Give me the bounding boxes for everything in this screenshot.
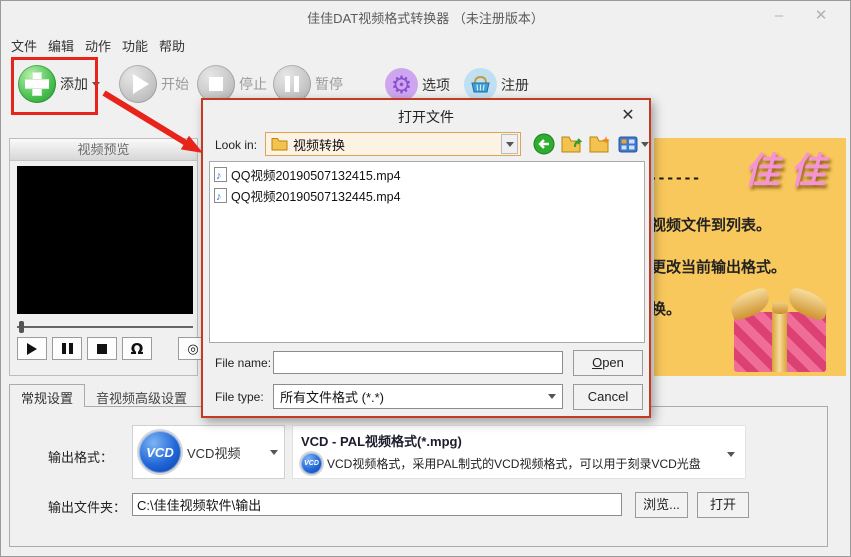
chevron-down-icon	[505, 141, 514, 147]
file-row[interactable]: ♪ QQ视频20190507132415.mp4	[210, 164, 644, 185]
view-menu-button[interactable]	[617, 133, 639, 155]
settings-tabs: 常规设置 音视频高级设置	[9, 384, 198, 407]
close-button[interactable]: ✕	[806, 5, 836, 27]
look-in-select[interactable]: 视频转换	[265, 132, 521, 156]
basket-icon	[464, 68, 497, 101]
chevron-down-icon	[641, 141, 649, 147]
vcd-icon: VCD	[301, 453, 322, 474]
svg-text:♪: ♪	[216, 191, 222, 203]
file-type-label: File type:	[215, 390, 264, 404]
register-button[interactable]: 注册	[464, 68, 529, 101]
audio-button[interactable]: Ω	[122, 337, 152, 360]
seek-slider[interactable]	[17, 321, 193, 333]
video-preview-panel: 视频预览 Ω ◎	[9, 138, 208, 376]
dialog-title: 打开文件	[398, 109, 454, 125]
open-folder-button[interactable]: 打开	[697, 492, 749, 518]
pause-icon	[61, 343, 66, 354]
titlebar: 佳佳DAT视频格式转换器 （未注册版本） – ✕	[1, 1, 850, 31]
promo-banner: ------ 佳佳 视频文件到列表。 更改当前输出格式。 换。	[654, 138, 846, 376]
folder-icon	[271, 138, 288, 151]
window-title: 佳佳DAT视频格式转换器 （未注册版本）	[307, 11, 544, 26]
media-file-icon: ♪	[214, 167, 227, 182]
dialog-cancel-button[interactable]: Cancel	[573, 384, 643, 410]
file-name: QQ视频20190507132445.mp4	[231, 190, 401, 204]
seek-track	[17, 326, 193, 328]
tab-advanced-settings[interactable]: 音视频高级设置	[85, 384, 198, 407]
output-folder-input[interactable]	[132, 493, 622, 516]
snapshot-icon: ◎	[187, 340, 199, 356]
seek-thumb[interactable]	[19, 321, 24, 333]
play-icon	[119, 65, 157, 103]
app-window: 佳佳DAT视频格式转换器 （未注册版本） – ✕ 文件 编辑 动作 功能 帮助 …	[0, 0, 851, 557]
chevron-down-icon	[270, 449, 278, 455]
pause-button[interactable]	[52, 337, 82, 360]
format-combo-label: VCD视频	[187, 445, 241, 461]
format-description: VCD视频格式，采用PAL制式的VCD视频格式，可以用于刻录VCD光盘	[327, 457, 701, 471]
folder-up-icon	[561, 136, 583, 153]
general-settings-panel: 输出格式： VCD VCD视频 VCD - PAL视频格式(*.mpg) VCD…	[9, 406, 828, 547]
play-button[interactable]	[17, 337, 47, 360]
look-in-dropdown-button[interactable]	[501, 134, 518, 154]
chevron-down-icon	[548, 394, 556, 399]
output-format-label: 输出格式：	[48, 450, 114, 465]
banner-line-3: 换。	[654, 301, 682, 318]
play-icon	[27, 342, 37, 355]
gear-icon: ⚙	[385, 68, 418, 101]
output-folder-label: 输出文件夹：	[48, 500, 127, 515]
back-button[interactable]	[533, 133, 555, 155]
vcd-icon: VCD	[139, 431, 181, 473]
new-folder-icon	[589, 136, 610, 153]
banner-dashes: ------	[654, 168, 702, 187]
browse-button[interactable]: 浏览...	[635, 492, 688, 518]
format-detail-select[interactable]: VCD - PAL视频格式(*.mpg) VCD VCD视频格式，采用PAL制式…	[292, 425, 746, 479]
file-row[interactable]: ♪ QQ视频20190507132445.mp4	[210, 185, 644, 206]
video-display	[17, 166, 193, 314]
start-button[interactable]: 开始	[119, 65, 189, 103]
back-arrow-icon	[533, 133, 555, 155]
open-file-dialog: 打开文件 ✕ Look in: 视频转换 ♪ QQ视频2019050713241…	[201, 98, 651, 418]
brand-logo: 佳佳	[743, 150, 836, 192]
dialog-open-button[interactable]: Open	[573, 350, 643, 376]
file-type-select[interactable]: 所有文件格式 (*.*)	[273, 384, 563, 409]
minimize-button[interactable]: –	[764, 5, 794, 27]
file-name-label: File name:	[215, 356, 272, 370]
options-button[interactable]: ⚙ 选项	[385, 68, 450, 101]
menubar: 文件 编辑 动作 功能 帮助	[1, 31, 850, 54]
view-menu-dropdown[interactable]	[639, 133, 651, 155]
output-format-select[interactable]: VCD VCD视频	[132, 425, 285, 479]
format-title: VCD - PAL视频格式(*.mpg)	[301, 434, 462, 449]
view-grid-icon	[618, 136, 638, 152]
look-in-value: 视频转换	[293, 137, 346, 153]
svg-text:♪: ♪	[216, 170, 222, 182]
stop-icon	[97, 343, 107, 354]
stop-button[interactable]	[87, 337, 117, 360]
file-name-input[interactable]	[273, 351, 563, 374]
dialog-close-button[interactable]: ✕	[617, 105, 639, 125]
file-name: QQ视频20190507132415.mp4	[231, 169, 401, 183]
headphones-icon: Ω	[130, 339, 144, 358]
banner-line-1: 视频文件到列表。	[654, 217, 772, 234]
file-list[interactable]: ♪ QQ视频20190507132415.mp4 ♪ QQ视频201905071…	[209, 161, 645, 343]
look-in-label: Look in:	[215, 138, 258, 152]
highlight-box-annotation	[11, 57, 98, 115]
media-file-icon: ♪	[214, 188, 227, 203]
up-one-level-button[interactable]	[561, 133, 583, 155]
preview-title: 视频预览	[10, 139, 197, 161]
banner-line-2: 更改当前输出格式。	[654, 259, 787, 276]
gift-box-image	[727, 284, 831, 372]
chevron-down-icon	[727, 452, 735, 457]
new-folder-button[interactable]	[589, 133, 611, 155]
tab-general-settings[interactable]: 常规设置	[9, 384, 86, 407]
file-type-value: 所有文件格式 (*.*)	[280, 390, 385, 405]
